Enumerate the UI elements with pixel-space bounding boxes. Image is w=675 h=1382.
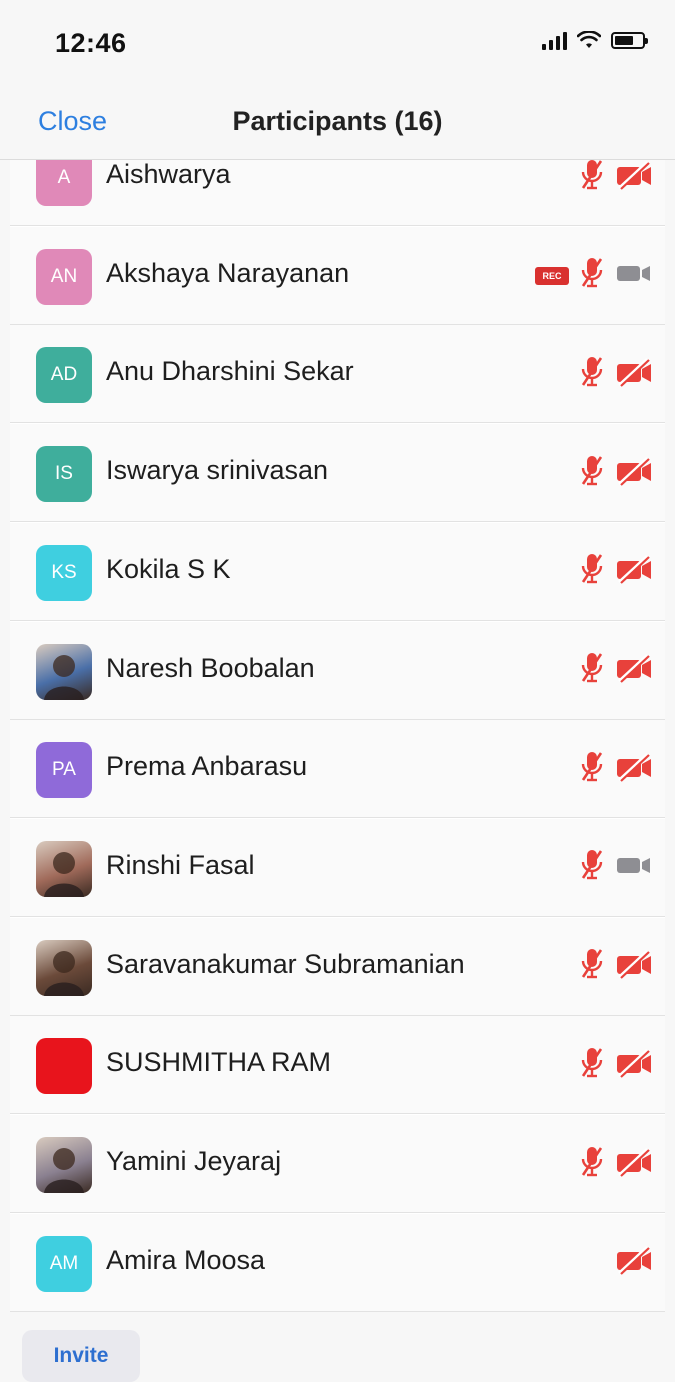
participant-row[interactable]: AN Akshaya Narayanan REC xyxy=(10,226,665,325)
recording-badge: REC xyxy=(535,266,569,285)
participant-row[interactable]: Yamini Jeyaraj xyxy=(10,1115,665,1213)
participant-name: Amira Moosa xyxy=(106,1244,266,1275)
status-time: 12:46 xyxy=(55,28,127,58)
participant-row[interactable]: Rinshi Fasal xyxy=(10,818,665,917)
mic-muted-icon xyxy=(579,1145,605,1184)
participant-name: Saravanakumar Subramanian xyxy=(106,948,465,979)
participant-name: Kokila S K xyxy=(106,553,231,584)
video-off-icon xyxy=(615,554,653,589)
participant-name: Naresh Boobalan xyxy=(106,652,315,683)
participant-row[interactable]: AD Anu Dharshini Sekar xyxy=(10,325,665,424)
participant-status-icons xyxy=(579,750,653,789)
avatar xyxy=(36,939,92,996)
nav-bar: Close Participants (16) xyxy=(0,90,675,160)
video-off-icon xyxy=(615,1048,653,1083)
avatar xyxy=(36,643,92,700)
participant-name: Akshaya Narayanan xyxy=(106,257,350,288)
mic-muted-icon xyxy=(579,160,605,197)
video-off-icon xyxy=(615,357,653,392)
participant-status-icons xyxy=(579,947,653,986)
participant-row[interactable]: A Aishwarya xyxy=(10,160,665,226)
participant-status-icons xyxy=(579,1046,653,1085)
video-off-icon xyxy=(615,653,653,688)
participant-row[interactable]: SUSHMITHA RAM xyxy=(10,1016,665,1115)
video-off-icon xyxy=(615,1147,653,1182)
wifi-icon xyxy=(577,31,601,48)
participant-name: SUSHMITHA RAM xyxy=(106,1047,332,1078)
participant-row[interactable]: KS Kokila S K xyxy=(10,522,665,621)
video-off-icon xyxy=(615,160,653,195)
participant-name: Anu Dharshini Sekar xyxy=(106,356,354,387)
footer: Invite xyxy=(0,1312,675,1382)
avatar: PA xyxy=(36,742,92,799)
video-off-icon xyxy=(615,1245,653,1280)
mic-muted-icon xyxy=(579,750,605,789)
participant-name: Rinshi Fasal xyxy=(106,849,255,880)
battery-icon xyxy=(611,31,648,49)
participant-status-icons xyxy=(615,1246,653,1280)
participant-row[interactable]: PA Prema Anbarasu xyxy=(10,720,665,819)
participant-status-icons xyxy=(579,454,653,493)
mic-muted-icon xyxy=(579,552,605,591)
video-off-icon xyxy=(615,949,653,984)
avatar: KS xyxy=(36,544,92,601)
mic-muted-icon xyxy=(579,848,605,887)
mic-muted-icon xyxy=(579,355,605,394)
participant-status-icons xyxy=(579,651,653,690)
participant-status-icons xyxy=(579,552,653,591)
participant-name: Yamini Jeyaraj xyxy=(106,1146,282,1176)
avatar xyxy=(36,1137,92,1193)
participant-status-icons xyxy=(579,160,653,194)
participant-status-icons xyxy=(579,848,653,887)
status-bar: 12:46 xyxy=(0,0,675,90)
participant-row[interactable]: Naresh Boobalan xyxy=(10,621,665,720)
mic-muted-icon xyxy=(579,256,605,295)
video-off-icon xyxy=(615,456,653,491)
participant-row[interactable]: IS Iswarya srinivasan xyxy=(10,424,665,523)
avatar: AD xyxy=(36,347,92,404)
mic-muted-icon xyxy=(579,1046,605,1085)
participants-list[interactable]: A Aishwarya AN Akshaya Narayanan REC AD Anu Dh… xyxy=(10,160,665,1312)
avatar: AM xyxy=(36,1235,92,1292)
participant-name: Iswarya srinivasan xyxy=(106,455,329,486)
video-off-icon xyxy=(615,752,653,787)
avatar: IS xyxy=(36,446,92,503)
avatar xyxy=(36,840,92,897)
avatar: AN xyxy=(36,248,92,305)
participant-name: Prema Anbarasu xyxy=(106,751,308,782)
avatar xyxy=(36,1038,92,1095)
video-camera-icon xyxy=(615,850,653,885)
participant-status-icons xyxy=(579,355,653,394)
cellular-signal-icon xyxy=(542,30,567,50)
invite-button[interactable]: Invite xyxy=(22,1330,140,1382)
participant-row[interactable]: AM Amira Moosa xyxy=(10,1213,665,1312)
participant-status-icons: REC xyxy=(535,256,653,295)
participant-name: Aishwarya xyxy=(106,160,231,189)
mic-muted-icon xyxy=(579,454,605,493)
page-title: Participants (16) xyxy=(232,106,443,136)
video-camera-icon xyxy=(615,258,653,293)
avatar: A xyxy=(36,160,92,206)
mic-muted-icon xyxy=(579,947,605,986)
participant-row[interactable]: Saravanakumar Subramanian xyxy=(10,917,665,1016)
participant-status-icons xyxy=(579,1145,653,1184)
status-icons xyxy=(542,30,648,50)
mic-muted-icon xyxy=(579,651,605,690)
